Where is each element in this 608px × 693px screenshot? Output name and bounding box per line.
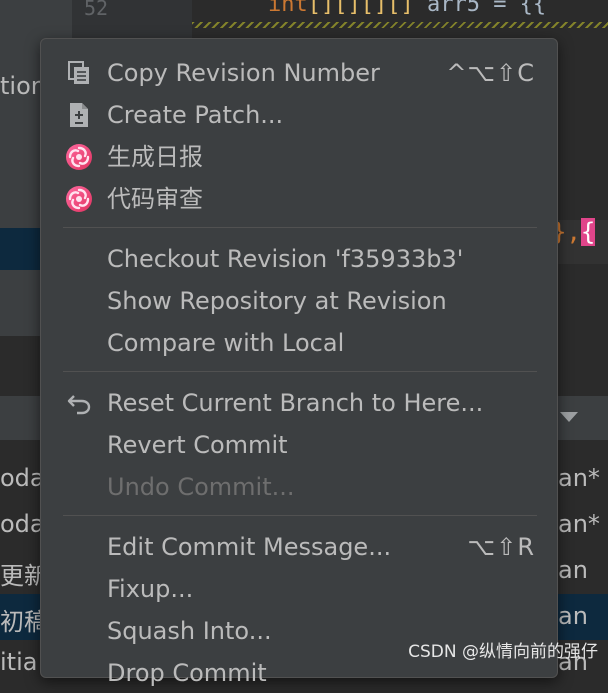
menu-item-label: Undo Commit...: [107, 473, 295, 501]
ai-plugin-icon: [65, 185, 93, 213]
highlighted-brace: {: [580, 218, 596, 246]
vcs-log-context-menu: Copy Revision Number ^⌥⇧C Create Patch... 生…: [40, 38, 558, 687]
warning-squiggle: [192, 22, 608, 28]
menu-item-copy-revision-number[interactable]: Copy Revision Number ^⌥⇧C: [41, 53, 557, 93]
commit-message: oda: [0, 464, 40, 492]
menu-separator: [63, 371, 537, 372]
code-tokens: },{: [552, 218, 596, 246]
menu-item-label: 代码审查: [107, 185, 203, 213]
menu-item-label: Fixup...: [107, 575, 194, 603]
menu-item-label: Compare with Local: [107, 329, 345, 357]
commit-author: an*: [558, 464, 600, 492]
menu-item-shortcut: ^⌥⇧C: [446, 59, 535, 87]
menu-item-create-patch[interactable]: Create Patch...: [41, 95, 557, 135]
code-keyword: int: [268, 0, 308, 17]
commit-message: 初稿: [0, 608, 40, 636]
menu-item-undo-commit: Undo Commit...: [41, 467, 557, 507]
menu-item-checkout-revision-f35933b3[interactable]: Checkout Revision 'f35933b3': [41, 239, 557, 279]
ai-plugin-icon: [65, 143, 93, 171]
copy-icon: [65, 59, 93, 87]
menu-item-label: Edit Commit Message...: [107, 533, 392, 561]
menu-item-item-0-2[interactable]: 生成日报: [41, 137, 557, 177]
menu-item-fixup[interactable]: Fixup...: [41, 569, 557, 609]
menu-item-label: Copy Revision Number: [107, 59, 380, 87]
menu-item-edit-commit-message[interactable]: Edit Commit Message... ⌥⇧R: [41, 527, 557, 567]
menu-item-reset-current-branch-to-here[interactable]: Reset Current Branch to Here...: [41, 383, 557, 423]
code-line: int[][][][] arr5 = {{: [268, 0, 546, 17]
menu-item-compare-with-local[interactable]: Compare with Local: [41, 323, 557, 363]
code-rest: arr5 = {{: [413, 0, 547, 17]
watermark: CSDN @纵情向前的强仔: [408, 642, 598, 662]
menu-item-label: Squash Into...: [107, 617, 272, 645]
line-number: 52: [84, 0, 109, 20]
menu-item-item-0-3[interactable]: 代码审查: [41, 179, 557, 219]
menu-item-label: Revert Commit: [107, 431, 288, 459]
commit-message: 更新: [0, 562, 40, 590]
menu-item-label: Drop Commit: [107, 659, 267, 687]
commit-author: an: [558, 602, 588, 630]
menu-item-label: Checkout Revision 'f35933b3': [107, 245, 464, 273]
menu-item-revert-commit[interactable]: Revert Commit: [41, 425, 557, 465]
menu-separator: [63, 227, 537, 228]
code-brackets: [][][][]: [307, 0, 414, 17]
chevron-down-icon[interactable]: [560, 412, 578, 422]
project-tree-text: tion: [0, 72, 40, 100]
commit-author: an: [558, 556, 588, 584]
commit-message: oda: [0, 510, 40, 538]
menu-item-show-repository-at-revision[interactable]: Show Repository at Revision: [41, 281, 557, 321]
undo-arrow-icon: [65, 389, 93, 417]
menu-separator: [63, 515, 537, 516]
menu-item-label: Show Repository at Revision: [107, 287, 447, 315]
menu-item-label: Reset Current Branch to Here...: [107, 389, 484, 417]
menu-item-shortcut: ⌥⇧R: [467, 533, 535, 561]
menu-item-label: 生成日报: [107, 143, 203, 171]
commit-author: an*: [558, 510, 600, 538]
menu-item-label: Create Patch...: [107, 101, 284, 129]
patch-icon: [65, 101, 93, 129]
